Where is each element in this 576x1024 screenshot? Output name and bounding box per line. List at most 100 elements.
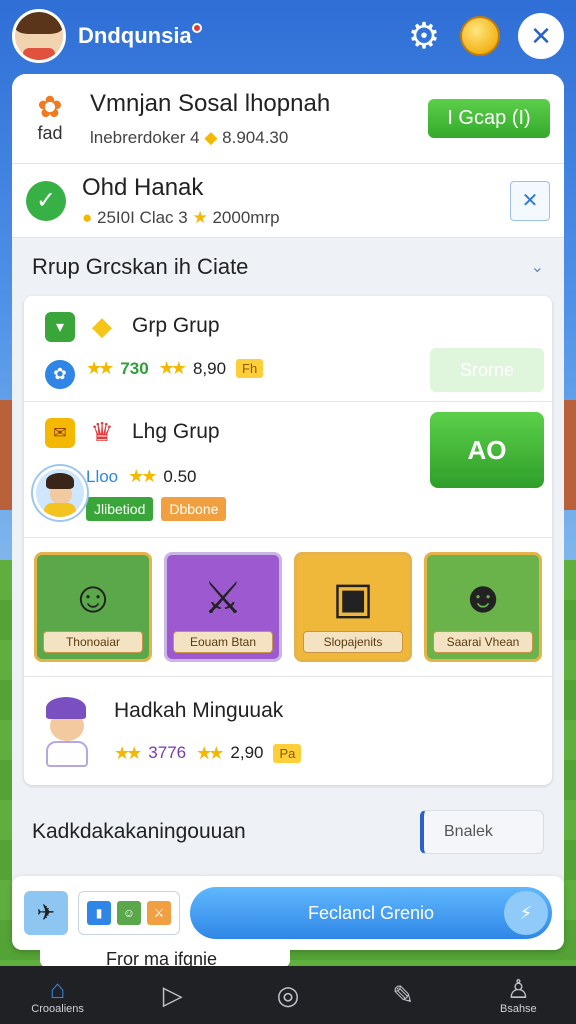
chest-icon: ▣ bbox=[332, 574, 374, 623]
top-row-2-title: Ohd Hanak bbox=[82, 173, 204, 201]
top-row-1-text: Vmnjan Sosal lhopnah lnebrerdoker 4 ◆ 8.… bbox=[90, 90, 428, 148]
top-row-1-title: Vmnjan Sosal lhopnah bbox=[90, 89, 331, 117]
group-row-1-stat1: 730 bbox=[120, 358, 149, 378]
envelope-icon: ✉ bbox=[45, 418, 75, 448]
top-row-2-sub: ● 25I0I Clac 3 ★ 2000mrp bbox=[82, 208, 510, 228]
tile-3-label: Slopajenits bbox=[303, 631, 403, 653]
stars-icon: ★★ bbox=[158, 358, 187, 378]
boy-icon: ☻ bbox=[459, 573, 507, 622]
person-stat2: 2,90 bbox=[230, 743, 264, 762]
person-body: Hadkah Minguuak ★★ 3776 ★★ 2,90 Pa bbox=[114, 698, 302, 764]
coin-icon[interactable] bbox=[460, 16, 500, 56]
group-row-1-icons: ▾ ✿ bbox=[34, 308, 86, 389]
top-row-2-text: Ohd Hanak ● 25I0I Clac 3 ★ 2000mrp bbox=[82, 174, 510, 228]
thumb-icon: ⚔ bbox=[147, 901, 171, 925]
stars-icon: ★★ bbox=[86, 358, 114, 378]
main-action-label: Feclancl Grenio bbox=[307, 902, 435, 923]
group-row-1[interactable]: ▾ ✿ ◆ Grp Grup ★★ 730 ★★ 8,90 Fh Srorne bbox=[24, 296, 552, 402]
avatar[interactable] bbox=[12, 9, 66, 63]
tag-orange[interactable]: Dbbone bbox=[161, 497, 227, 521]
nav-play[interactable]: ▷ bbox=[128, 966, 218, 1024]
avatar-hair bbox=[15, 12, 63, 34]
top-row-2-sub-text: 25I0I Clac 3 bbox=[97, 207, 188, 227]
header: Dndqunsia ⚙ ✕ bbox=[0, 0, 576, 72]
tag-green[interactable]: Jlibetiod bbox=[86, 497, 154, 521]
person-avatar bbox=[36, 693, 100, 769]
notification-dot bbox=[191, 23, 202, 33]
person-avatar-cap bbox=[46, 697, 86, 719]
group-card: ▾ ✿ ◆ Grp Grup ★★ 730 ★★ 8,90 Fh Srorne bbox=[24, 296, 552, 785]
nav-home[interactable]: ⌂ Crooaliens bbox=[13, 966, 103, 1024]
bottom-line: Kadkdakakaningouuan Bnalek bbox=[12, 803, 564, 861]
thumb-icon: ☺ bbox=[117, 901, 141, 925]
gear-icon[interactable]: ⚙ bbox=[406, 18, 442, 54]
group-row-1-badge: Fh bbox=[236, 359, 264, 378]
group-row-2[interactable]: ✉ ♛ Lhg Grup Lloo ★ ★ 0.50 Jlibetiod Dbb… bbox=[24, 402, 552, 538]
nav-edit[interactable]: ✎ bbox=[358, 966, 448, 1024]
group-row-2-icons: ✉ bbox=[33, 414, 87, 525]
top-row-2-sub-value: 2000mrp bbox=[212, 207, 280, 227]
nav-home-label: Crooaliens bbox=[31, 1003, 84, 1015]
top-row-1-sub-value: 8.904.30 bbox=[222, 127, 289, 147]
tile-strip: ☺ Thonoaiar ⚔ Eouam Btan ▣ Slopajenits ☻… bbox=[24, 538, 552, 677]
stars-icon: ★ ★ bbox=[128, 466, 157, 486]
tile-1[interactable]: ☺ Thonoaiar bbox=[34, 552, 152, 662]
avatar-shirt bbox=[23, 48, 55, 60]
member-avatar-hair bbox=[46, 473, 74, 489]
person-row[interactable]: Hadkah Minguuak ★★ 3776 ★★ 2,90 Pa bbox=[24, 677, 552, 785]
nav-profile[interactable]: ♙ Bsahse bbox=[473, 966, 563, 1024]
flower-blue-icon: ✿ bbox=[45, 359, 75, 389]
member-avatar-shirt bbox=[44, 503, 76, 517]
tile-2[interactable]: ⚔ Eouam Btan bbox=[164, 552, 282, 662]
bottom-nav: ⌂ Crooaliens ▷ ◎ ✎ ♙ Bsahse bbox=[0, 966, 576, 1024]
crown-icon: ♛ bbox=[90, 417, 114, 447]
character-icon: ☺ bbox=[70, 573, 116, 622]
person-stat1: 3776 bbox=[148, 743, 187, 762]
person-stats: ★★ 3776 ★★ 2,90 Pa bbox=[114, 742, 302, 764]
chevron-down-icon[interactable]: ⌄ bbox=[531, 257, 544, 277]
game-thumbnails[interactable]: ▮ ☺ ⚔ bbox=[78, 891, 180, 935]
coin-small-icon: ◆ bbox=[204, 127, 218, 147]
bolt-icon: ⚡ bbox=[504, 891, 548, 935]
section-title: Rrup Grcskan ih Ciate bbox=[32, 254, 249, 279]
edit-icon: ✎ bbox=[392, 980, 415, 1010]
tile-4[interactable]: ☻ Saarai Vhean bbox=[424, 552, 542, 662]
stars-icon: ★★ bbox=[196, 742, 224, 763]
member-avatar[interactable] bbox=[33, 466, 87, 520]
main-action-button[interactable]: Feclancl Grenio ⚡ bbox=[190, 887, 552, 939]
coin-small-icon: ● bbox=[82, 207, 93, 227]
close-icon[interactable]: ✕ bbox=[518, 13, 564, 59]
group-row-1-stat2: 8,90 bbox=[192, 358, 227, 378]
profile-icon: ♙ bbox=[506, 974, 530, 1004]
dismiss-icon[interactable]: ✕ bbox=[510, 180, 550, 221]
bottom-line-label: Kadkdakakaningouuan bbox=[32, 820, 246, 843]
main-panel: ✿ fad Vmnjan Sosal lhopnah lnebrerdoker … bbox=[12, 74, 564, 944]
tile-4-label: Saarai Vhean bbox=[433, 631, 533, 653]
group-row-2-tags: Jlibetiod Dbbone bbox=[86, 497, 542, 521]
top-row-1-sub-text: lnebrerdoker 4 bbox=[90, 127, 200, 147]
get-group-button[interactable]: I Gcap (I) bbox=[428, 99, 550, 138]
bottom-line-pill[interactable]: Bnalek bbox=[420, 810, 544, 854]
gem-icon: ◆ bbox=[92, 311, 112, 341]
top-row-1-sub: lnebrerdoker 4 ◆ 8.904.30 bbox=[90, 128, 428, 148]
app-title: Dndqunsia bbox=[78, 23, 202, 49]
share-icon[interactable]: ✈ bbox=[24, 891, 68, 935]
person-badge: Pa bbox=[273, 743, 302, 763]
tile-1-label: Thonoaiar bbox=[43, 631, 143, 653]
app-title-text: Dndqunsia bbox=[78, 23, 192, 48]
action-bar: ✈ ▮ ☺ ⚔ Feclancl Grenio ⚡ bbox=[12, 876, 564, 950]
tile-2-label: Eouam Btan bbox=[173, 631, 273, 653]
record-icon: ◎ bbox=[276, 980, 300, 1010]
top-row-2[interactable]: ✓ Ohd Hanak ● 25I0I Clac 3 ★ 2000mrp ✕ bbox=[12, 164, 564, 238]
nav-profile-label: Bsahse bbox=[499, 1003, 537, 1015]
section-header[interactable]: Rrup Grcskan ih Ciate ⌄ bbox=[12, 238, 564, 296]
top-row-1[interactable]: ✿ fad Vmnjan Sosal lhopnah lnebrerdoker … bbox=[12, 74, 564, 164]
group-row-2-button[interactable]: AO bbox=[430, 412, 544, 488]
group-row-2-title: Lhg Grup bbox=[132, 420, 220, 443]
check-icon: ✓ bbox=[26, 180, 66, 221]
person-title: Hadkah Minguuak bbox=[114, 698, 284, 722]
group-row-1-button[interactable]: Srorne bbox=[430, 348, 544, 392]
group-row-2-stat-label: Lloo bbox=[86, 466, 119, 486]
tile-3[interactable]: ▣ Slopajenits bbox=[294, 552, 412, 662]
nav-record[interactable]: ◎ bbox=[243, 966, 333, 1024]
